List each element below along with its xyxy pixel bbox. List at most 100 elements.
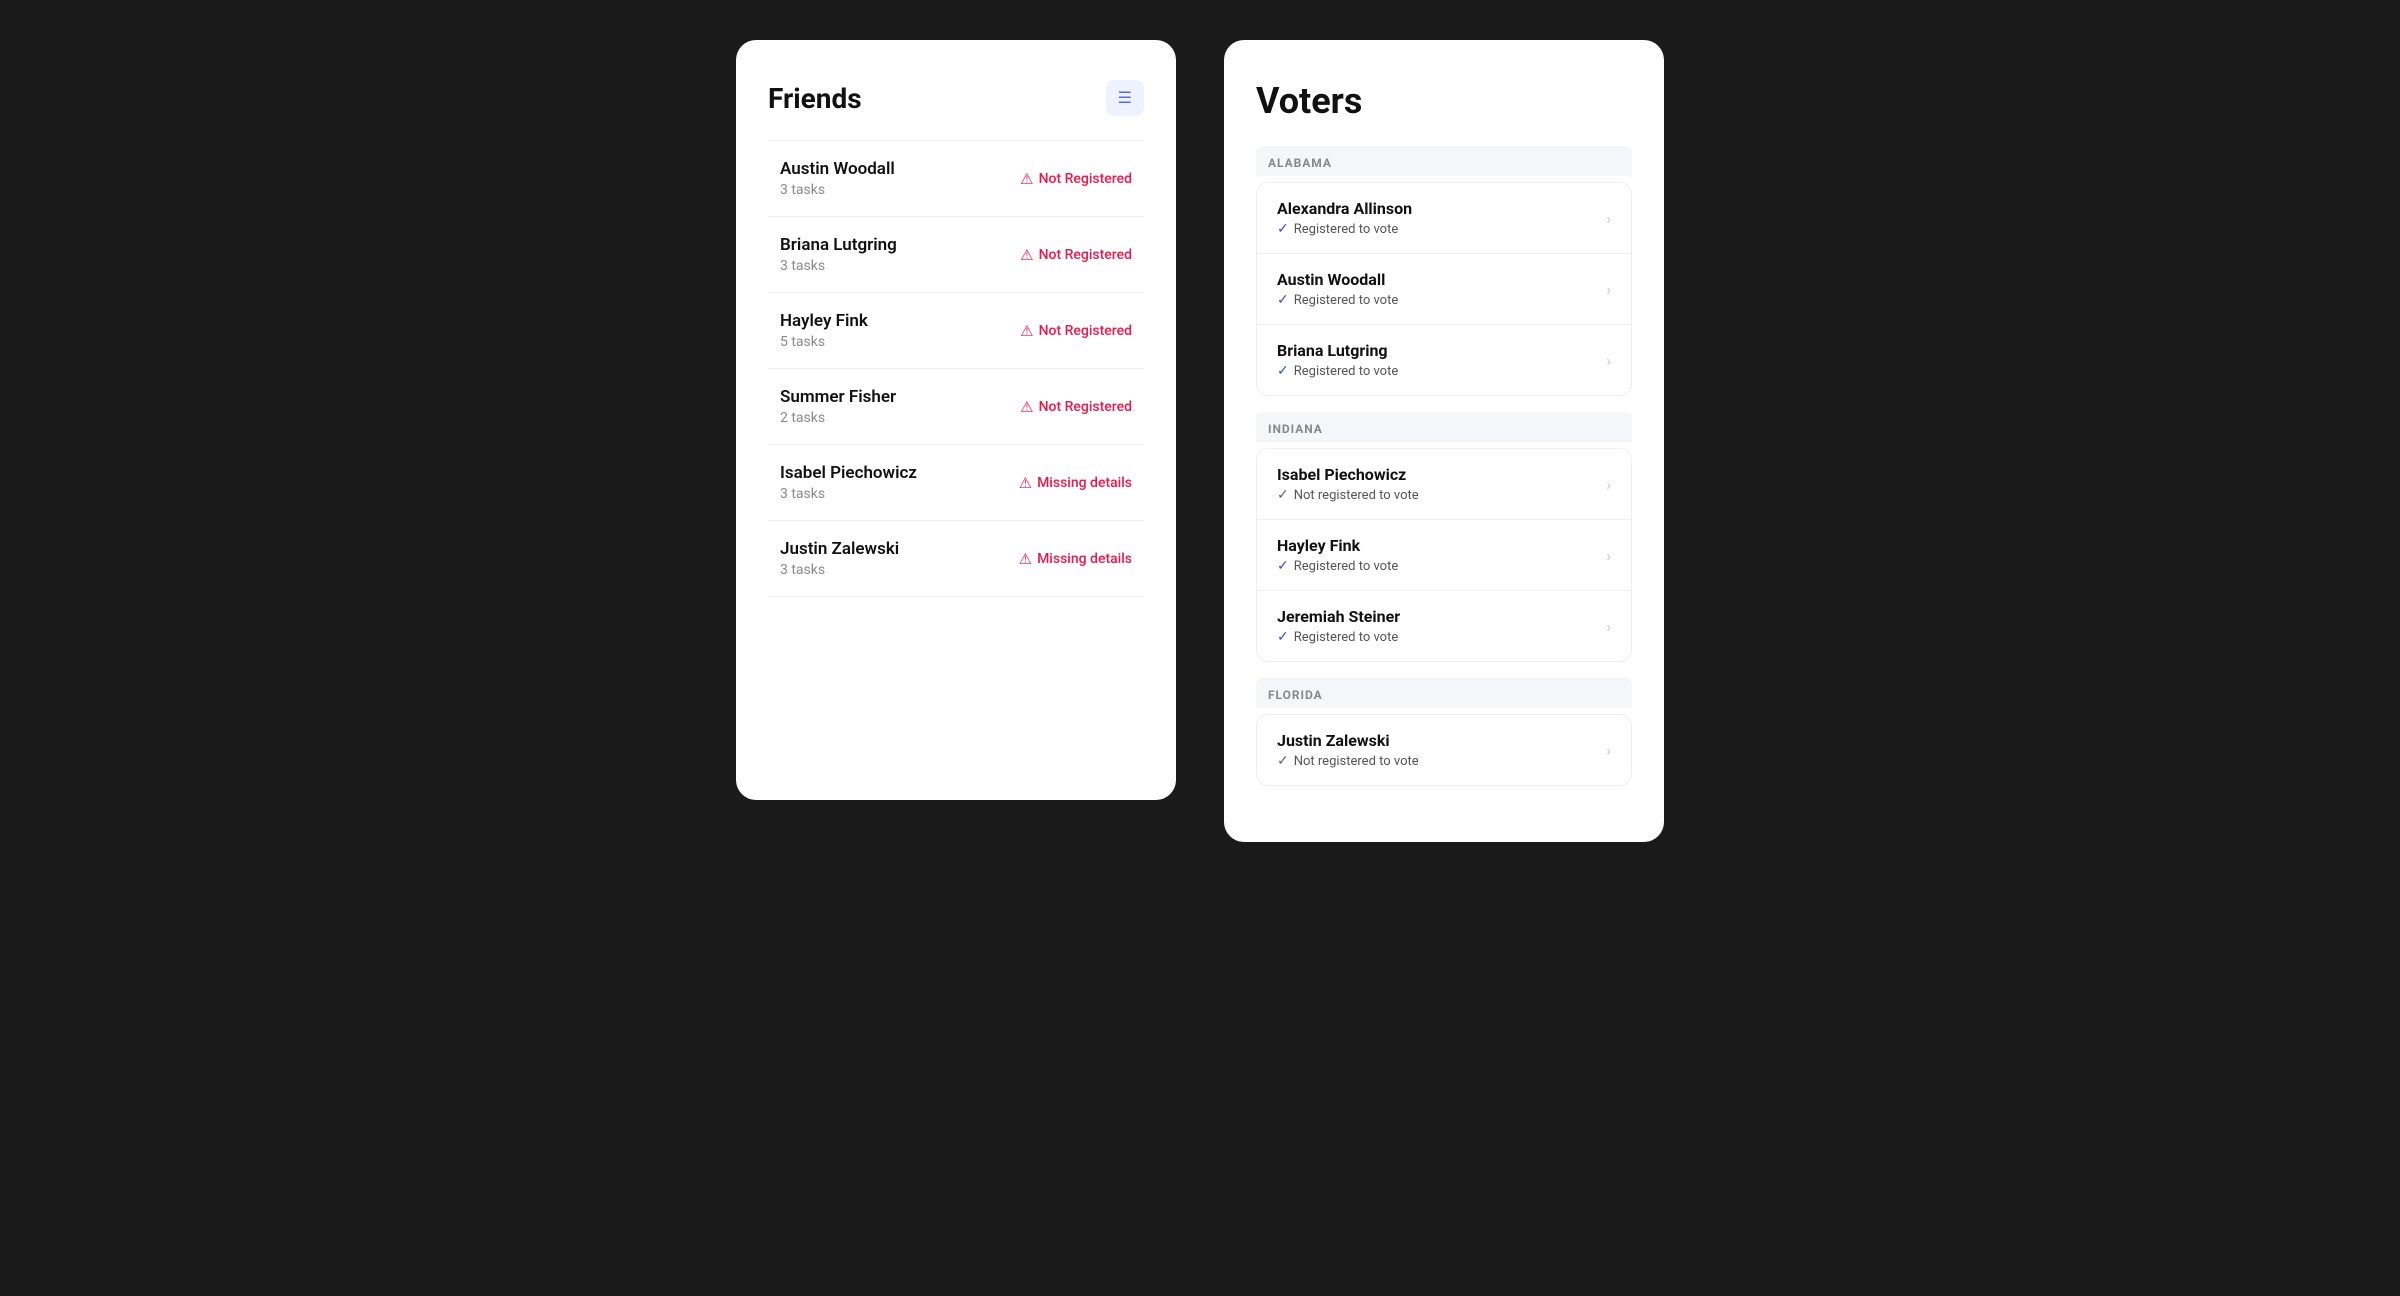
friend-tasks: 2 tasks (780, 410, 896, 426)
voter-info: Alexandra Allinson ✓ Registered to vote (1277, 199, 1412, 237)
state-label: ALABAMA (1256, 146, 1632, 176)
state-section: ALABAMA Alexandra Allinson ✓ Registered … (1256, 146, 1632, 396)
voters-card: Voters ALABAMA Alexandra Allinson ✓ Regi… (1224, 40, 1664, 842)
voters-title: Voters (1256, 80, 1632, 122)
voter-info: Isabel Piechowicz ✓ Not registered to vo… (1277, 465, 1419, 503)
registered-icon: ✓ (1277, 221, 1289, 237)
chevron-right-icon: › (1606, 209, 1611, 228)
friend-info: Summer Fisher 2 tasks (780, 387, 896, 426)
status-label: Not Registered (1039, 323, 1132, 339)
voter-info: Austin Woodall ✓ Registered to vote (1277, 270, 1398, 308)
status-label: Not Registered (1039, 171, 1132, 187)
voters-sections: ALABAMA Alexandra Allinson ✓ Registered … (1256, 146, 1632, 786)
status-label: Not Registered (1039, 247, 1132, 263)
friend-status: ⚠ Missing details (1019, 550, 1132, 568)
friend-name: Isabel Piechowicz (780, 463, 917, 483)
state-section: FLORIDA Justin Zalewski ✓ Not registered… (1256, 678, 1632, 786)
voter-name: Hayley Fink (1277, 536, 1398, 555)
voter-item[interactable]: Alexandra Allinson ✓ Registered to vote … (1257, 183, 1631, 254)
friends-card-header: Friends ☰ (768, 80, 1144, 116)
voter-info: Briana Lutgring ✓ Registered to vote (1277, 341, 1398, 379)
voter-item[interactable]: Isabel Piechowicz ✓ Not registered to vo… (1257, 449, 1631, 520)
voter-item[interactable]: Justin Zalewski ✓ Not registered to vote… (1257, 715, 1631, 785)
status-warning-icon: ⚠ (1020, 322, 1033, 340)
friend-info: Briana Lutgring 3 tasks (780, 235, 897, 274)
voter-name: Justin Zalewski (1277, 731, 1419, 750)
registered-icon: ✓ (1277, 292, 1289, 308)
not-registered-icon: ✓ (1277, 753, 1289, 769)
friends-title: Friends (768, 82, 862, 115)
status-warning-icon: ⚠ (1019, 550, 1032, 568)
chevron-right-icon: › (1606, 280, 1611, 299)
chevron-right-icon: › (1606, 617, 1611, 636)
friend-list-item[interactable]: Summer Fisher 2 tasks ⚠ Not Registered (768, 369, 1144, 445)
voter-name: Alexandra Allinson (1277, 199, 1412, 218)
chevron-right-icon: › (1606, 741, 1611, 760)
registered-icon: ✓ (1277, 558, 1289, 574)
voter-name: Isabel Piechowicz (1277, 465, 1419, 484)
friend-tasks: 5 tasks (780, 334, 868, 350)
voter-name: Jeremiah Steiner (1277, 607, 1400, 626)
friend-name: Briana Lutgring (780, 235, 897, 255)
reg-status-label: Not registered to vote (1294, 754, 1419, 769)
voter-reg-status: ✓ Registered to vote (1277, 558, 1398, 574)
registered-icon: ✓ (1277, 363, 1289, 379)
state-section: INDIANA Isabel Piechowicz ✓ Not register… (1256, 412, 1632, 662)
friends-card: Friends ☰ Austin Woodall 3 tasks ⚠ Not R… (736, 40, 1176, 800)
friend-name: Hayley Fink (780, 311, 868, 331)
status-label: Missing details (1037, 551, 1132, 567)
status-warning-icon: ⚠ (1020, 246, 1033, 264)
friend-status: ⚠ Missing details (1019, 474, 1132, 492)
filter-button[interactable]: ☰ (1106, 80, 1144, 116)
voter-item[interactable]: Austin Woodall ✓ Registered to vote › (1257, 254, 1631, 325)
state-label: INDIANA (1256, 412, 1632, 442)
friend-tasks: 3 tasks (780, 182, 895, 198)
voter-info: Jeremiah Steiner ✓ Registered to vote (1277, 607, 1400, 645)
voter-info: Justin Zalewski ✓ Not registered to vote (1277, 731, 1419, 769)
friend-name: Summer Fisher (780, 387, 896, 407)
reg-status-label: Not registered to vote (1294, 488, 1419, 503)
reg-status-label: Registered to vote (1294, 293, 1398, 308)
voter-item[interactable]: Briana Lutgring ✓ Registered to vote › (1257, 325, 1631, 395)
status-label: Not Registered (1039, 399, 1132, 415)
friend-list-item[interactable]: Austin Woodall 3 tasks ⚠ Not Registered (768, 140, 1144, 217)
friend-list-item[interactable]: Justin Zalewski 3 tasks ⚠ Missing detail… (768, 521, 1144, 597)
friend-name: Justin Zalewski (780, 539, 899, 559)
friend-list-item[interactable]: Isabel Piechowicz 3 tasks ⚠ Missing deta… (768, 445, 1144, 521)
status-label: Missing details (1037, 475, 1132, 491)
friend-tasks: 3 tasks (780, 258, 897, 274)
voter-name: Briana Lutgring (1277, 341, 1398, 360)
chevron-right-icon: › (1606, 546, 1611, 565)
friend-list-item[interactable]: Briana Lutgring 3 tasks ⚠ Not Registered (768, 217, 1144, 293)
voter-reg-status: ✓ Not registered to vote (1277, 487, 1419, 503)
filter-icon: ☰ (1118, 88, 1132, 108)
voter-info: Hayley Fink ✓ Registered to vote (1277, 536, 1398, 574)
voter-item[interactable]: Hayley Fink ✓ Registered to vote › (1257, 520, 1631, 591)
chevron-right-icon: › (1606, 475, 1611, 494)
status-warning-icon: ⚠ (1020, 398, 1033, 416)
friend-info: Isabel Piechowicz 3 tasks (780, 463, 917, 502)
friend-list-item[interactable]: Hayley Fink 5 tasks ⚠ Not Registered (768, 293, 1144, 369)
voter-reg-status: ✓ Registered to vote (1277, 363, 1398, 379)
friend-status: ⚠ Not Registered (1020, 246, 1132, 264)
reg-status-label: Registered to vote (1294, 222, 1398, 237)
friend-tasks: 3 tasks (780, 486, 917, 502)
status-warning-icon: ⚠ (1019, 474, 1032, 492)
voter-reg-status: ✓ Registered to vote (1277, 629, 1400, 645)
registered-icon: ✓ (1277, 629, 1289, 645)
voter-name: Austin Woodall (1277, 270, 1398, 289)
friend-name: Austin Woodall (780, 159, 895, 179)
reg-status-label: Registered to vote (1294, 630, 1398, 645)
reg-status-label: Registered to vote (1294, 559, 1398, 574)
voter-items-group: Justin Zalewski ✓ Not registered to vote… (1256, 714, 1632, 786)
friend-info: Justin Zalewski 3 tasks (780, 539, 899, 578)
chevron-right-icon: › (1606, 351, 1611, 370)
status-warning-icon: ⚠ (1020, 170, 1033, 188)
friend-info: Austin Woodall 3 tasks (780, 159, 895, 198)
voter-reg-status: ✓ Not registered to vote (1277, 753, 1419, 769)
friend-status: ⚠ Not Registered (1020, 322, 1132, 340)
state-label: FLORIDA (1256, 678, 1632, 708)
friend-status: ⚠ Not Registered (1020, 398, 1132, 416)
friend-status: ⚠ Not Registered (1020, 170, 1132, 188)
voter-item[interactable]: Jeremiah Steiner ✓ Registered to vote › (1257, 591, 1631, 661)
